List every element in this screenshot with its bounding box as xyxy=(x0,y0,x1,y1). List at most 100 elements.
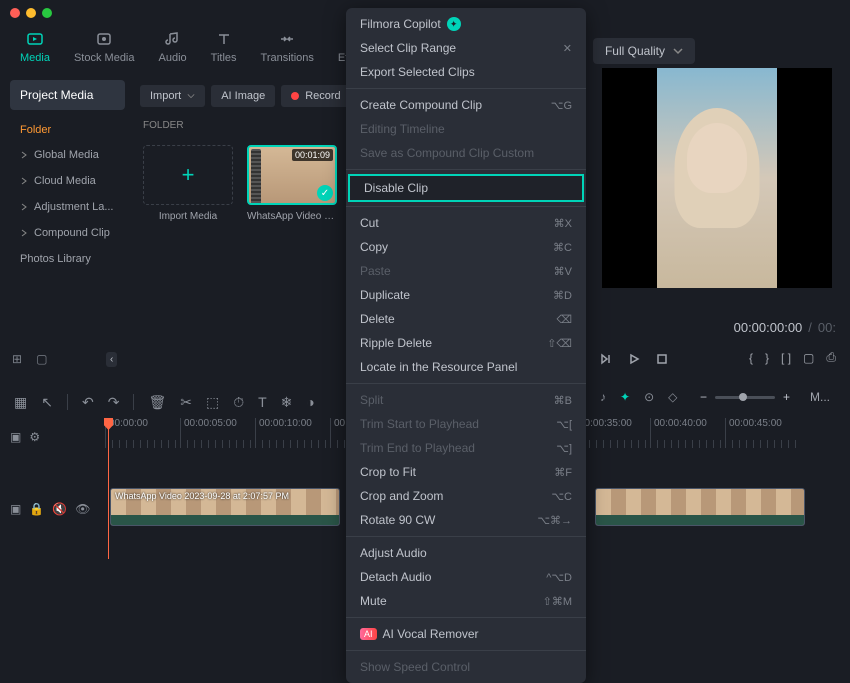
zoom-in-button[interactable]: + xyxy=(783,390,790,404)
record-tool-button[interactable]: ⊙ xyxy=(644,390,654,404)
preview-video-content xyxy=(657,68,777,288)
menu-crop-and-zoom[interactable]: Crop and Zoom⌥C xyxy=(346,484,586,508)
zoom-control: − + M... xyxy=(700,390,830,404)
import-media-placeholder[interactable]: + Import Media xyxy=(143,145,233,235)
quality-dropdown[interactable]: Full Quality xyxy=(593,38,695,64)
menu-trim-start: Trim Start to Playhead⌥[ xyxy=(346,412,586,436)
minimize-window-button[interactable] xyxy=(26,8,36,18)
track-settings-icon[interactable]: ⚙ xyxy=(29,430,40,444)
menu-split: Split⌘B xyxy=(346,388,586,412)
audio-icon xyxy=(164,30,182,48)
clip-waveform xyxy=(111,515,339,525)
menu-ripple-delete[interactable]: Ripple Delete⇧⌫ xyxy=(346,331,586,355)
tab-transitions[interactable]: Transitions xyxy=(261,30,314,64)
snapshot-button[interactable]: ⎙ xyxy=(826,350,836,365)
menu-copy[interactable]: Copy⌘C xyxy=(346,235,586,259)
track-visibility-icon[interactable]: 👁 xyxy=(75,502,90,516)
sidebar-item-compound-clip[interactable]: Compound Clip xyxy=(10,220,125,246)
menu-separator xyxy=(346,169,586,170)
tab-media[interactable]: Media xyxy=(20,30,50,64)
import-button[interactable]: Import xyxy=(140,85,205,107)
collapse-sidebar-button[interactable]: ‹ xyxy=(106,352,117,367)
menu-mute[interactable]: Mute⇧⌘M xyxy=(346,589,586,613)
markers-tool-button[interactable]: ✦ xyxy=(620,390,630,404)
new-folder-button[interactable]: ⊞ xyxy=(12,352,22,366)
playhead[interactable] xyxy=(108,418,109,559)
track-lock-icon[interactable]: 🔒 xyxy=(29,502,44,516)
timeline-clip-continued[interactable] xyxy=(595,488,805,526)
menu-ai-vocal-remover[interactable]: AIAI Vocal Remover xyxy=(346,622,586,646)
menu-export-selected[interactable]: Export Selected Clips xyxy=(346,60,586,84)
menu-separator xyxy=(346,650,586,651)
menu-rotate-cw[interactable]: Rotate 90 CW⌥⌘→ xyxy=(346,508,586,532)
redo-button[interactable]: ↷ xyxy=(108,394,120,411)
pointer-tool-button[interactable]: ↖ xyxy=(41,394,53,411)
quality-label: Full Quality xyxy=(605,44,665,58)
maximize-window-button[interactable] xyxy=(42,8,52,18)
play-button[interactable] xyxy=(625,350,643,368)
colors-button[interactable]: ◑ xyxy=(306,394,314,410)
speed-button[interactable]: ⏱ xyxy=(233,394,244,411)
keyframe-button[interactable]: ◇ xyxy=(668,390,677,404)
menu-create-compound[interactable]: Create Compound Clip ⌥G xyxy=(346,93,586,117)
folder-button[interactable]: ▢ xyxy=(36,352,47,366)
zoom-slider[interactable] xyxy=(715,396,775,399)
crop-button[interactable]: ⬚ xyxy=(206,394,219,411)
left-sidebar: Project Media Folder Global Media Cloud … xyxy=(10,80,125,272)
close-window-button[interactable] xyxy=(10,8,20,18)
split-button[interactable]: ✂ xyxy=(180,394,192,411)
folder-label[interactable]: Folder xyxy=(10,118,125,142)
menu-filmora-copilot[interactable]: Filmora Copilot✦ xyxy=(346,12,586,36)
sidebar-item-cloud-media[interactable]: Cloud Media xyxy=(10,168,125,194)
chevron-right-icon xyxy=(20,151,28,159)
stop-button[interactable] xyxy=(653,350,671,368)
select-tool-button[interactable]: ▦ xyxy=(14,394,27,411)
text-button[interactable]: T xyxy=(258,394,267,410)
menu-show-speed-control[interactable]: Show Speed Control xyxy=(346,655,586,679)
track-video-icon[interactable]: ▣ xyxy=(10,502,21,516)
menu-disable-clip[interactable]: Disable Clip xyxy=(348,174,584,202)
zoom-out-button[interactable]: − xyxy=(700,390,707,404)
tab-stock-media[interactable]: Stock Media xyxy=(74,30,135,64)
menu-locate-resource[interactable]: Locate in the Resource Panel xyxy=(346,355,586,379)
menu-duplicate[interactable]: Duplicate⌘D xyxy=(346,283,586,307)
step-forward-button[interactable] xyxy=(597,350,615,368)
sidebar-item-adjustment-layer[interactable]: Adjustment La... xyxy=(10,194,125,220)
sidebar-item-global-media[interactable]: Global Media xyxy=(10,142,125,168)
track-toggle-icon[interactable]: ▣ xyxy=(10,430,21,444)
tab-titles[interactable]: Titles xyxy=(211,30,237,64)
copilot-badge-icon: ✦ xyxy=(447,17,461,31)
chevron-down-icon xyxy=(673,46,683,56)
delete-button[interactable]: 🗑 xyxy=(148,394,166,411)
media-clip-item[interactable]: 00:01:09 ✓ WhatsApp Video 202... xyxy=(247,145,337,235)
chevron-right-icon xyxy=(20,203,28,211)
track-mute-icon[interactable]: 🔇 xyxy=(52,502,67,516)
audio-tool-button[interactable]: ♪ xyxy=(600,390,606,404)
menu-crop-to-fit[interactable]: Crop to Fit⌘F xyxy=(346,460,586,484)
freeze-button[interactable]: ❄ xyxy=(281,394,293,411)
menu-paste: Paste⌘V xyxy=(346,259,586,283)
chevron-down-icon xyxy=(187,92,195,100)
media-grid: + Import Media 00:01:09 ✓ WhatsApp Video… xyxy=(143,145,337,235)
markers-button[interactable]: [ ] xyxy=(781,351,791,365)
project-media-header[interactable]: Project Media xyxy=(10,80,125,110)
tab-audio[interactable]: Audio xyxy=(159,30,187,64)
track-header-row1: ▣ ⚙ xyxy=(10,426,100,448)
menu-separator xyxy=(346,536,586,537)
menu-adjust-audio[interactable]: Adjust Audio xyxy=(346,541,586,565)
menu-delete[interactable]: Delete⌫ xyxy=(346,307,586,331)
undo-button[interactable]: ↶ xyxy=(82,394,94,411)
menu-detach-audio[interactable]: Detach Audio^⌥D xyxy=(346,565,586,589)
timeline-right-tools: ♪ ✦ ⊙ ◇ xyxy=(600,390,677,404)
screen-mode-button[interactable]: ▢ xyxy=(803,351,814,365)
sidebar-item-photos-library[interactable]: Photos Library xyxy=(10,246,125,272)
menu-editing-timeline: Editing Timeline xyxy=(346,117,586,141)
mark-in-button[interactable]: { xyxy=(749,351,753,365)
timeline-clip[interactable]: WhatsApp Video 2023-09-28 at 2:07:57 PM xyxy=(110,488,340,526)
transport-controls xyxy=(597,350,671,368)
mark-out-button[interactable]: } xyxy=(765,351,769,365)
menu-cut[interactable]: Cut⌘X xyxy=(346,211,586,235)
timeline-menu-label[interactable]: M... xyxy=(810,390,830,404)
menu-select-clip-range[interactable]: Select Clip Range ✕ xyxy=(346,36,586,60)
ai-image-button[interactable]: AI Image xyxy=(211,85,275,107)
